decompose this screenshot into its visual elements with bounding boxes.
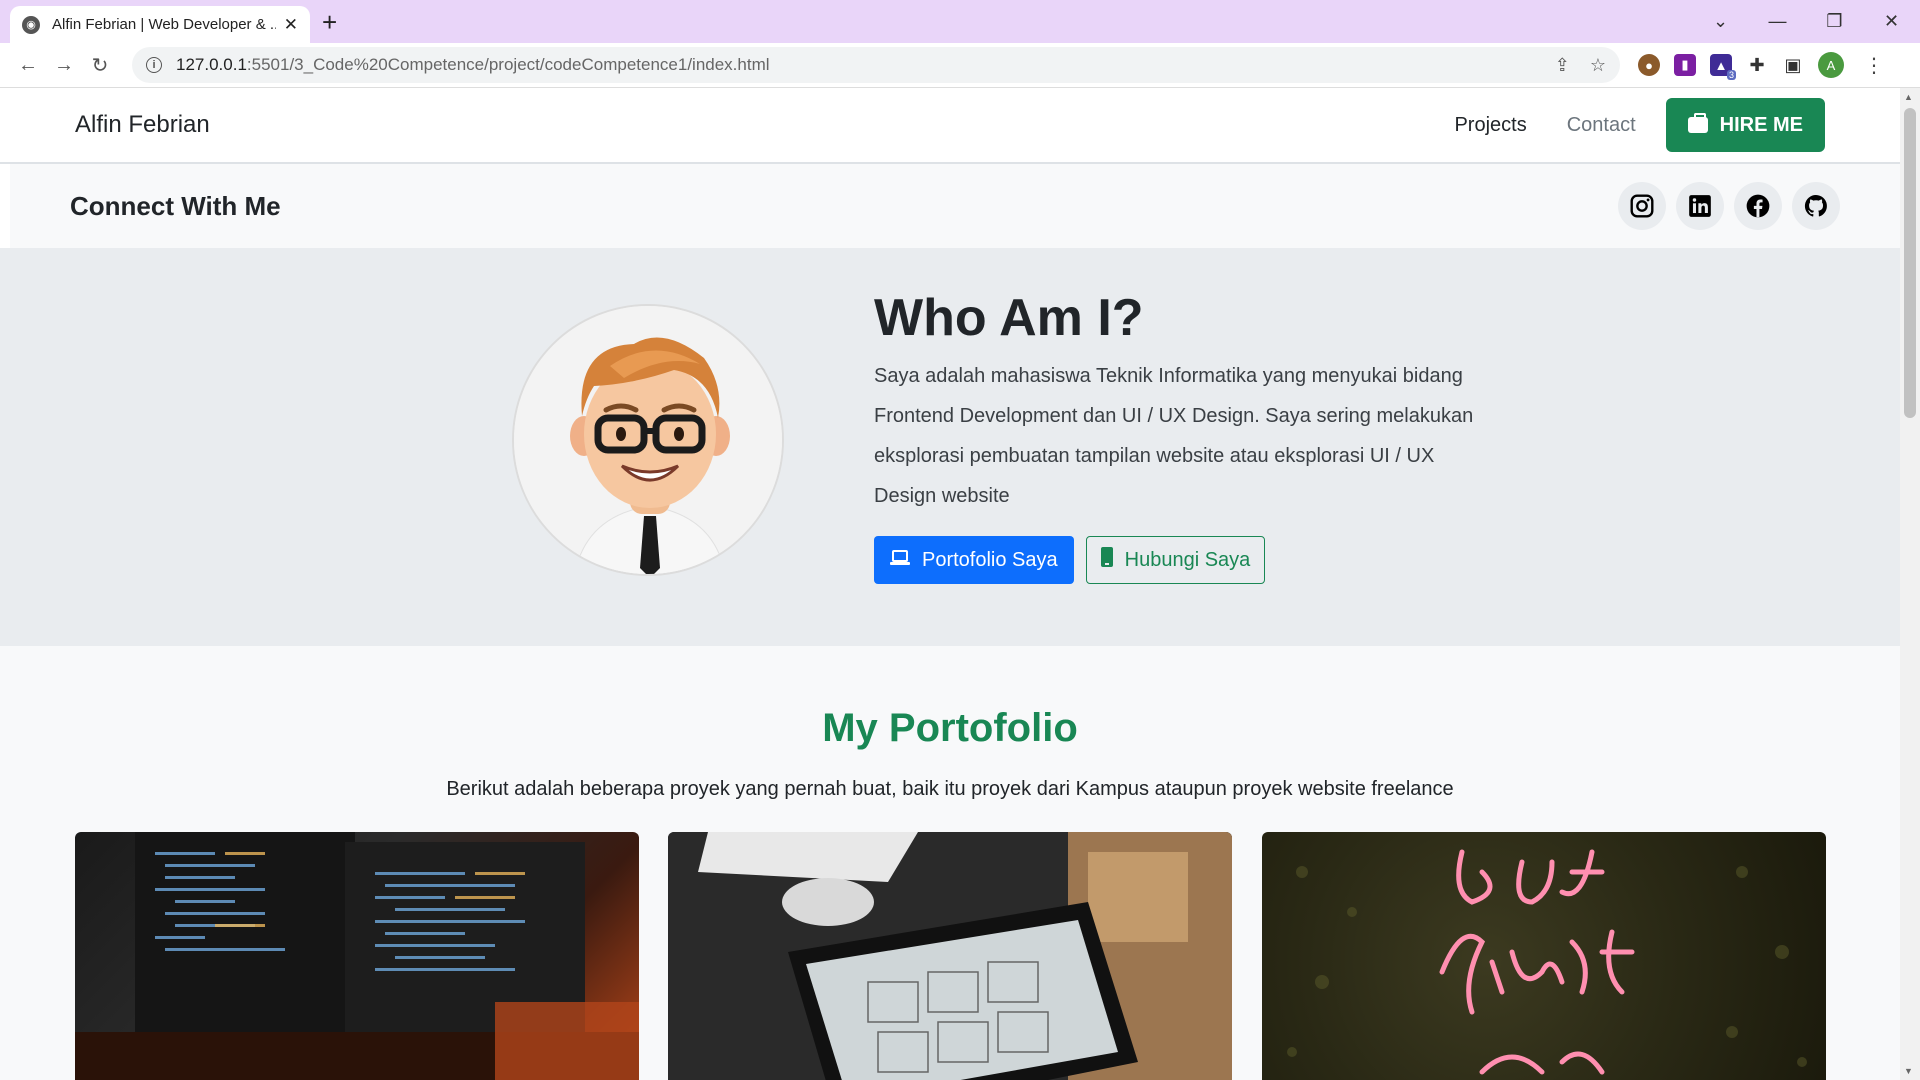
portfolio-title: My Portofolio — [822, 706, 1078, 750]
new-tab-button[interactable]: + — [322, 7, 337, 38]
tablet-wireframe-image — [668, 832, 1232, 1080]
github-icon[interactable] — [1792, 182, 1840, 230]
linkedin-icon[interactable] — [1676, 182, 1724, 230]
hero-paragraph: Saya adalah mahasiswa Teknik Informatika… — [874, 356, 1474, 516]
connect-section: Connect With Me — [10, 164, 1900, 248]
page-scrollbar[interactable]: ▲ ▼ — [1900, 88, 1920, 1080]
back-button[interactable]: ← — [10, 54, 46, 77]
portfolio-card-code-screens[interactable] — [75, 832, 639, 1080]
profile-avatar[interactable]: A — [1818, 52, 1844, 78]
facebook-icon[interactable] — [1734, 182, 1782, 230]
url-host: 127.0.0.1 — [176, 55, 247, 74]
side-panel-icon[interactable]: ▣ — [1782, 54, 1804, 76]
browser-tab-bar: ◉ Alfin Febrian | Web Developer & ... ✕ … — [0, 0, 1920, 43]
close-tab-icon[interactable]: ✕ — [284, 15, 298, 35]
url-text: 127.0.0.1:5501/3_Code%20Competence/proje… — [176, 55, 1535, 75]
portfolio-button[interactable]: Portofolio Saya — [874, 536, 1074, 584]
browser-toolbar: ← → ↻ i 127.0.0.1:5501/3_Code%20Competen… — [0, 43, 1920, 88]
avatar — [512, 304, 784, 576]
laptop-icon — [890, 549, 910, 572]
minimize-button[interactable]: — — [1749, 11, 1806, 32]
contact-button[interactable]: Hubungi Saya — [1085, 536, 1266, 584]
nav-links: Projects Contact HIRE ME — [1414, 98, 1825, 152]
portfolio-section: My Portofolio Berikut adalah beberapa pr… — [0, 646, 1900, 1080]
site-info-icon[interactable]: i — [146, 57, 162, 73]
url-path: :5501/3_Code%20Competence/project/codeCo… — [246, 55, 770, 74]
neon-sign-image — [1287, 849, 1807, 1075]
nav-link-contact[interactable]: Contact — [1567, 114, 1636, 137]
close-window-button[interactable]: ✕ — [1863, 11, 1920, 32]
bookmark-star-icon[interactable]: ☆ — [1590, 55, 1606, 76]
hire-me-button[interactable]: HIRE ME — [1665, 98, 1825, 152]
globe-icon: ◉ — [22, 15, 40, 34]
hero-buttons: Portofolio Saya Hubungi Saya — [874, 536, 1474, 584]
puzzle-extensions-icon[interactable]: ✚ — [1746, 54, 1768, 76]
forward-button[interactable]: → — [46, 54, 82, 77]
extension-badge: 3 — [1726, 70, 1736, 80]
social-links — [1618, 182, 1840, 230]
cookie-extension-icon[interactable]: ● — [1638, 54, 1660, 76]
hero-paragraph-line: Frontend Development dan UI / UX Design.… — [874, 405, 1474, 427]
address-bar[interactable]: i 127.0.0.1:5501/3_Code%20Competence/pro… — [132, 47, 1620, 83]
phone-icon — [1100, 547, 1113, 573]
browser-menu-icon[interactable]: ⋮ — [1864, 53, 1884, 78]
instagram-icon[interactable] — [1618, 182, 1666, 230]
hire-me-label: HIRE ME — [1719, 113, 1803, 136]
share-icon[interactable]: ⇪ — [1555, 55, 1570, 76]
window-controls: ⌄ — ❐ ✕ — [1692, 0, 1920, 43]
cartoon-avatar-icon — [514, 306, 782, 574]
hero-paragraph-line: Design website — [874, 485, 1010, 507]
scrollbar-thumb[interactable] — [1904, 108, 1916, 418]
site-navbar: Alfin Febrian Projects Contact HIRE ME — [0, 88, 1900, 164]
tab-title: Alfin Febrian | Web Developer & ... — [52, 16, 276, 33]
restore-button[interactable]: ❐ — [1806, 11, 1863, 32]
hero-section: Who Am I? Saya adalah mahasiswa Teknik I… — [0, 248, 1900, 646]
portfolio-button-label: Portofolio Saya — [922, 548, 1058, 571]
hero-content: Who Am I? Saya adalah mahasiswa Teknik I… — [874, 286, 1474, 584]
scroll-down-arrow-icon[interactable]: ▼ — [1904, 1066, 1913, 1076]
portfolio-card-neon-sign[interactable] — [1262, 832, 1826, 1080]
scroll-up-arrow-icon[interactable]: ▲ — [1904, 92, 1913, 102]
code-monitor-image — [75, 832, 639, 1080]
connect-title: Connect With Me — [70, 190, 281, 221]
hero-heading: Who Am I? — [874, 289, 1144, 347]
tab-search-icon[interactable]: ⌄ — [1692, 11, 1749, 32]
reload-button[interactable]: ↻ — [82, 53, 118, 78]
portfolio-subtitle: Berikut adalah beberapa proyek yang pern… — [446, 778, 1454, 800]
nav-link-projects[interactable]: Projects — [1454, 114, 1526, 137]
site-brand[interactable]: Alfin Febrian — [75, 111, 210, 139]
grad-cap-extension-icon[interactable]: ▲ 3 — [1710, 54, 1736, 80]
extensions-area: ● ▮ ▲ 3 ✚ ▣ A ⋮ — [1638, 52, 1884, 80]
browser-tab[interactable]: ◉ Alfin Febrian | Web Developer & ... ✕ — [10, 6, 310, 43]
briefcase-icon — [1687, 113, 1708, 133]
hero-paragraph-line: eksplorasi pembuatan tampilan website at… — [874, 445, 1435, 467]
chart-extension-icon[interactable]: ▮ — [1674, 54, 1696, 76]
contact-button-label: Hubungi Saya — [1124, 548, 1251, 571]
portfolio-card-tablet-wireframe[interactable] — [668, 832, 1232, 1080]
hero-paragraph-line: Saya adalah mahasiswa Teknik Informatika… — [874, 365, 1463, 387]
page-viewport: Alfin Febrian Projects Contact HIRE ME C… — [0, 88, 1900, 1080]
